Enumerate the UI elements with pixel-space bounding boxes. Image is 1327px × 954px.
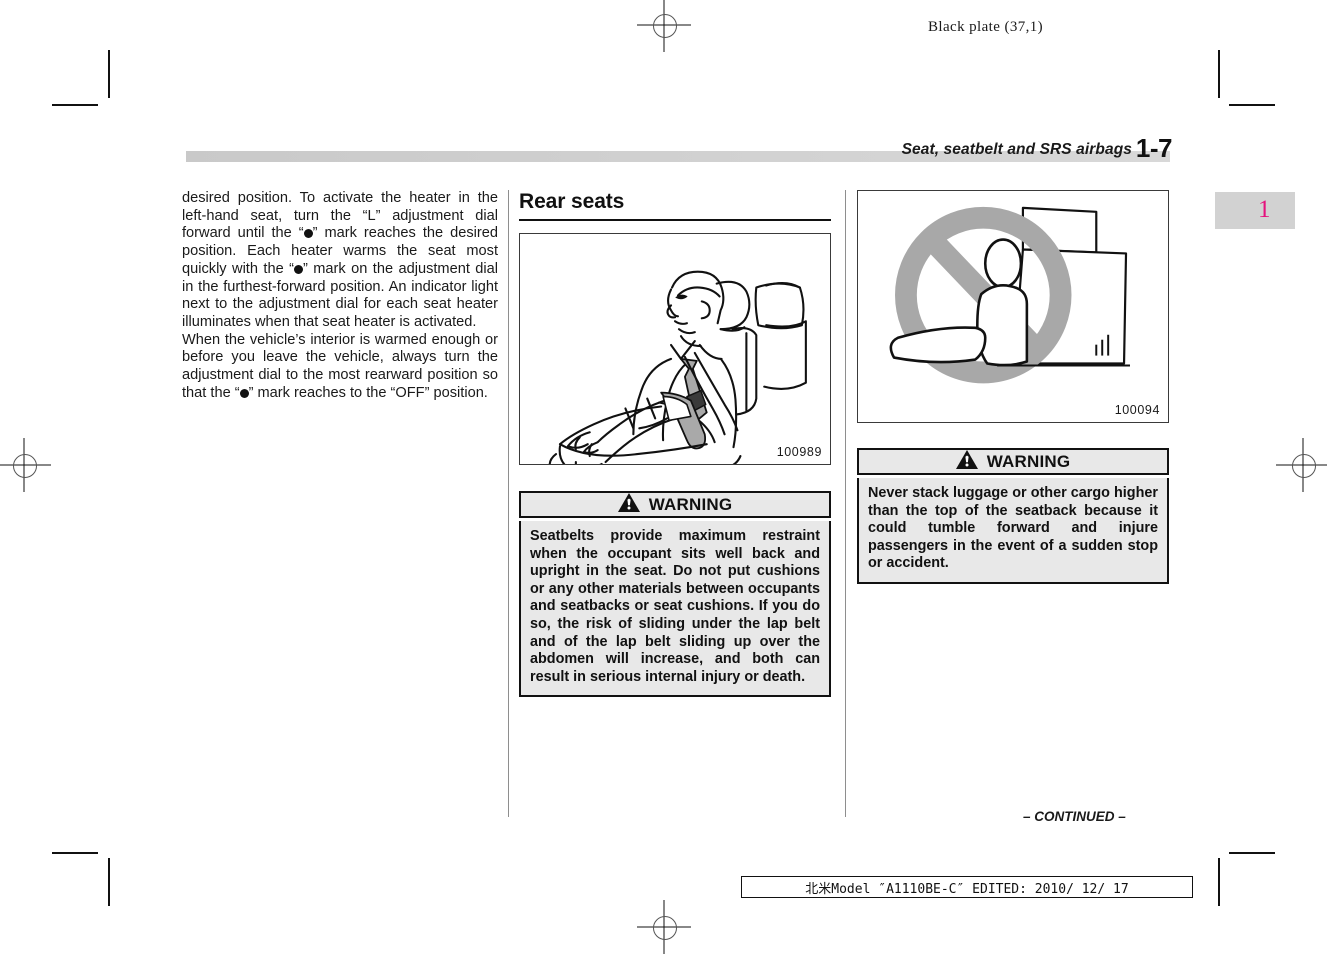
crop-mark-top-right-vertical — [1218, 50, 1220, 98]
continued-label: – CONTINUED – — [1023, 809, 1126, 824]
crop-mark-top-right-horizontal — [1229, 104, 1275, 106]
figure-no-stacked-cargo: 100094 — [857, 190, 1169, 423]
registration-mark-top — [637, 0, 691, 52]
warning-triangle-icon — [955, 449, 978, 474]
registration-mark-bottom — [637, 900, 691, 954]
column-right: 100094 WARNING Never stack luggage or ot… — [857, 190, 1169, 584]
registration-mark-left — [0, 438, 51, 492]
black-plate-label: Black plate (37,1) — [928, 19, 1044, 35]
reg-circle — [653, 916, 677, 940]
page-number: 1-7 — [1135, 133, 1173, 163]
crop-mark-top-left-vertical — [108, 50, 110, 98]
filled-circle-mark-icon — [303, 229, 313, 239]
figure-seated-occupant: 100989 — [519, 233, 831, 465]
reg-circle — [653, 14, 677, 38]
section-heading-rule — [519, 219, 831, 221]
reg-circle — [13, 454, 37, 478]
filled-circle-mark-icon — [293, 264, 303, 274]
footer-edition-stamp: 北米Model ″A1110BE-C″ EDITED: 2010/ 12/ 17 — [741, 876, 1193, 898]
reg-circle — [1292, 454, 1316, 478]
warning-header-right: WARNING — [857, 448, 1169, 475]
body-paragraph: desired position. To activate the heater… — [182, 190, 499, 330]
left-body-text: desired position. To activate the heater… — [182, 190, 498, 402]
warning-body-middle: Seatbelts provide maximum restraint when… — [519, 521, 831, 698]
chapter-thumb-tab: 1 — [1215, 192, 1295, 229]
warning-title: WARNING — [648, 494, 733, 514]
warning-header-middle: WARNING — [519, 491, 831, 518]
filled-circle-mark-icon — [239, 388, 249, 398]
section-heading: Rear seats — [519, 190, 625, 213]
crop-mark-bottom-left-horizontal — [52, 852, 98, 854]
warning-title: WARNING — [986, 451, 1071, 471]
figure-caption: 100094 — [1114, 403, 1160, 417]
crop-mark-bottom-right-horizontal — [1229, 852, 1275, 854]
column-divider-left — [508, 190, 509, 817]
column-middle: Rear seats 100989 WARNING Seatbelts prov… — [519, 190, 831, 698]
crop-mark-bottom-right-vertical — [1218, 858, 1220, 906]
column-left: desired position. To activate the heater… — [182, 190, 498, 402]
registration-mark-right — [1276, 438, 1327, 492]
figure-caption: 100989 — [776, 445, 822, 459]
page-title: Seat, seatbelt and SRS airbags — [901, 141, 1132, 158]
chapter-tab-number: 1 — [1258, 196, 1271, 223]
column-divider-right — [845, 190, 846, 817]
crop-mark-top-left-horizontal — [52, 104, 98, 106]
warning-triangle-icon — [617, 492, 640, 517]
crop-mark-bottom-left-vertical — [108, 858, 110, 906]
body-paragraph: When the vehicle’s interior is warmed en… — [182, 331, 498, 401]
warning-body-right: Never stack luggage or other cargo highe… — [857, 478, 1169, 584]
